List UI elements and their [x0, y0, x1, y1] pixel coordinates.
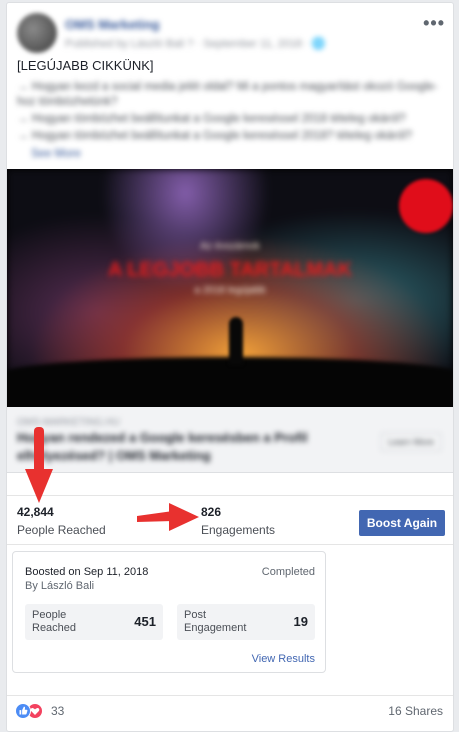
view-results-link[interactable]: View Results: [252, 653, 315, 665]
metric-value: 451: [134, 614, 156, 629]
post-image[interactable]: Az évszámok A LEGJOBB TARTALMAK a 2018 l…: [7, 169, 453, 407]
reactions-bar: 33 16 Shares: [7, 695, 453, 731]
shares-count[interactable]: 16 Shares: [388, 704, 443, 718]
more-options-icon[interactable]: •••: [423, 13, 445, 34]
image-caption-bottom: a 2018 legújabb: [194, 285, 266, 296]
see-more-link[interactable]: See More: [31, 148, 81, 160]
link-title[interactable]: Hogyan rendezed a Google keresésben a Pr…: [17, 429, 357, 465]
post-text-line: → Hogyan kezd a social media jelét oldal…: [17, 81, 438, 93]
logo-badge: [399, 179, 453, 233]
arrow-down-icon: [25, 427, 53, 503]
boost-status: Completed: [261, 566, 315, 578]
boost-summary: Boosted on Sep 11, 2018 By László Bali C…: [12, 551, 326, 673]
engagements-value: 826: [201, 505, 222, 519]
post-stats: 42,844 People Reached 826 Engagements Bo…: [7, 495, 453, 545]
people-reached-value: 42,844: [17, 505, 54, 519]
learn-more-button[interactable]: Learn More: [381, 433, 441, 451]
metric-label: Engagement: [184, 622, 247, 634]
boost-again-button[interactable]: Boost Again: [359, 510, 445, 536]
metric-label: Post: [184, 609, 207, 621]
link-preview[interactable]: OMS-MARKETING.HU Hogyan rendezed a Googl…: [7, 407, 453, 473]
metric-label: Reached: [32, 622, 77, 634]
post-text-line: → Hogyan tömbözhet beállítunkat a Google…: [17, 113, 406, 125]
metric-label: People: [32, 609, 67, 621]
image-caption-top: Az évszámok: [200, 241, 260, 252]
post-heading: [LEGÚJABB CIKKÜNK]: [17, 58, 154, 73]
page-avatar[interactable]: [17, 13, 57, 53]
post-text-line: hoz tömbözhetünk?: [17, 96, 118, 108]
person-silhouette: [229, 317, 243, 365]
post-text-line: → Hogyan tömbözhet beállítunkat a Google…: [17, 130, 413, 142]
metric-value: 19: [293, 614, 308, 629]
reaction-count[interactable]: 33: [51, 704, 64, 718]
metric-post-engagement: Post Engagement 19: [177, 604, 315, 640]
image-caption-main: A LEGJOBB TARTALMAK: [107, 259, 353, 281]
boost-author: By László Bali: [25, 580, 95, 592]
post-card: OMS Marketing Published by László Bali ?…: [6, 2, 454, 732]
page-name[interactable]: OMS Marketing: [65, 17, 160, 32]
boost-date: Boosted on Sep 11, 2018: [25, 566, 149, 578]
metric-people-reached: People Reached 451: [25, 604, 163, 640]
people-reached-label: People Reached: [17, 523, 106, 537]
engagements-label: Engagements: [201, 523, 276, 537]
arrow-right-icon: [137, 503, 199, 531]
like-icon[interactable]: [15, 703, 31, 719]
post-meta: Published by László Bali ? · September 1…: [65, 38, 326, 50]
post-header: OMS Marketing Published by László Bali ?…: [15, 9, 445, 53]
